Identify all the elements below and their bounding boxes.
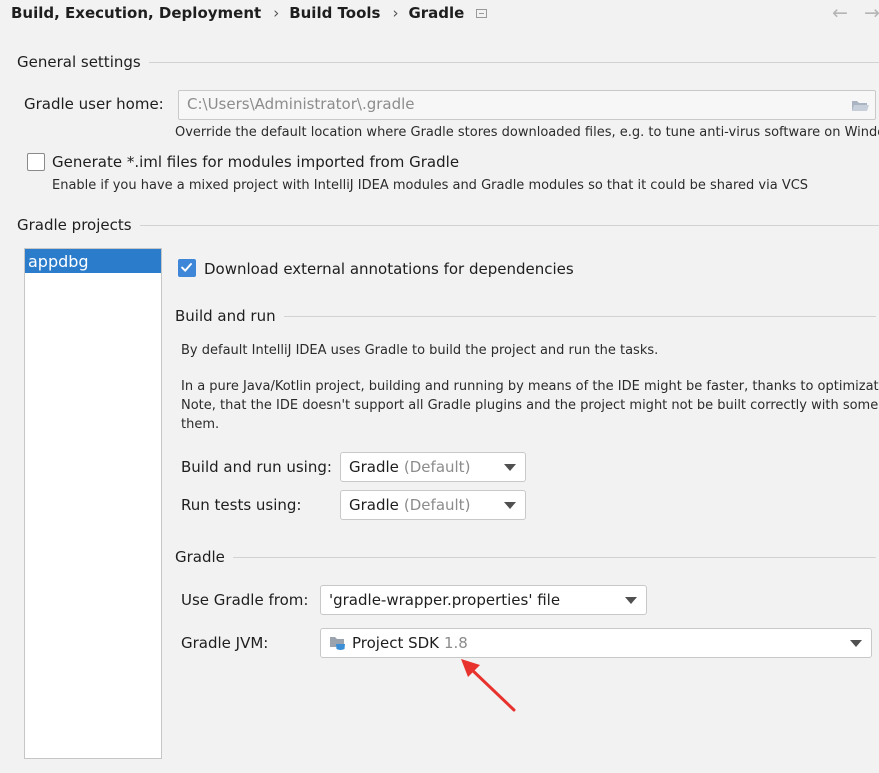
generate-iml-hint: Enable if you have a mixed project with … bbox=[52, 178, 809, 193]
dropdown-arrow-icon bbox=[504, 464, 516, 471]
gradle-user-home-label: Gradle user home: bbox=[24, 95, 164, 113]
gradle-jvm-value: Project SDK bbox=[352, 634, 439, 652]
gradle-user-home-hint: Override the default location where Grad… bbox=[175, 125, 879, 140]
use-gradle-from-value: 'gradle-wrapper.properties' file bbox=[329, 591, 561, 609]
general-settings-section: General settings bbox=[17, 53, 879, 71]
run-tests-using-label: Run tests using: bbox=[181, 496, 302, 514]
run-tests-using-value: Gradle bbox=[349, 496, 399, 514]
build-and-run-section: Build and run bbox=[175, 307, 876, 325]
section-divider bbox=[232, 556, 876, 558]
breadcrumb-build-execution-deployment[interactable]: Build, Execution, Deployment bbox=[11, 4, 261, 22]
breadcrumb-separator: › bbox=[273, 4, 280, 22]
gradle-jvm-label: Gradle JVM: bbox=[181, 634, 269, 652]
download-annotations-label[interactable]: Download external annotations for depend… bbox=[204, 260, 574, 278]
build-run-note-line-1: In a pure Java/Kotlin project, building … bbox=[181, 379, 879, 394]
gradle-user-home-input[interactable]: C:\Users\Administrator\.gradle bbox=[178, 90, 876, 120]
dropdown-arrow-icon bbox=[504, 502, 516, 509]
gradle-section: Gradle bbox=[175, 548, 876, 566]
gradle-projects-list[interactable]: appdbg bbox=[24, 248, 162, 759]
annotation-arrow-icon bbox=[461, 659, 516, 712]
build-and-run-using-value: Gradle bbox=[349, 458, 399, 476]
gradle-projects-title: Gradle projects bbox=[17, 216, 132, 234]
use-gradle-from-label: Use Gradle from: bbox=[181, 591, 309, 609]
section-divider bbox=[283, 315, 876, 317]
dropdown-arrow-icon bbox=[625, 597, 637, 604]
build-run-note-line-3: them. bbox=[181, 417, 220, 432]
dropdown-arrow-icon bbox=[850, 640, 862, 647]
sdk-folder-icon bbox=[330, 637, 345, 650]
use-gradle-from-dropdown[interactable]: 'gradle-wrapper.properties' file bbox=[320, 585, 647, 615]
gradle-jvm-dropdown[interactable]: Project SDK 1.8 bbox=[320, 628, 872, 658]
build-and-run-using-default: (Default) bbox=[403, 458, 471, 476]
section-divider bbox=[148, 61, 879, 63]
run-tests-using-default: (Default) bbox=[403, 496, 471, 514]
back-arrow-icon[interactable]: ← bbox=[832, 2, 848, 24]
breadcrumb-gradle: Gradle bbox=[408, 4, 465, 22]
download-annotations-checkbox[interactable] bbox=[178, 259, 196, 277]
folder-icon[interactable] bbox=[851, 99, 869, 112]
run-tests-using-dropdown[interactable]: Gradle (Default) bbox=[340, 490, 526, 520]
forward-arrow-icon[interactable]: → bbox=[864, 2, 879, 24]
gradle-section-title: Gradle bbox=[175, 548, 225, 566]
build-and-run-title: Build and run bbox=[175, 307, 276, 325]
build-run-note-line-2: Note, that the IDE doesn't support all G… bbox=[181, 398, 879, 413]
gradle-user-home-value: C:\Users\Administrator\.gradle bbox=[187, 95, 415, 113]
build-run-description: By default IntelliJ IDEA uses Gradle to … bbox=[181, 343, 659, 358]
checkmark-icon bbox=[181, 263, 192, 272]
general-settings-title: General settings bbox=[17, 53, 141, 71]
project-list-item[interactable]: appdbg bbox=[25, 249, 161, 273]
section-divider bbox=[139, 224, 879, 226]
breadcrumb: Build, Execution, Deployment › Build Too… bbox=[11, 3, 488, 23]
breadcrumb-separator: › bbox=[392, 4, 399, 22]
breadcrumb-build-tools[interactable]: Build Tools bbox=[289, 4, 380, 22]
generate-iml-label[interactable]: Generate *.iml files for modules importe… bbox=[52, 153, 459, 171]
build-and-run-using-dropdown[interactable]: Gradle (Default) bbox=[340, 452, 526, 482]
build-and-run-using-label: Build and run using: bbox=[181, 458, 332, 476]
generate-iml-checkbox[interactable] bbox=[27, 153, 45, 171]
project-level-settings-icon bbox=[476, 8, 488, 18]
gradle-projects-section: Gradle projects bbox=[17, 216, 879, 234]
